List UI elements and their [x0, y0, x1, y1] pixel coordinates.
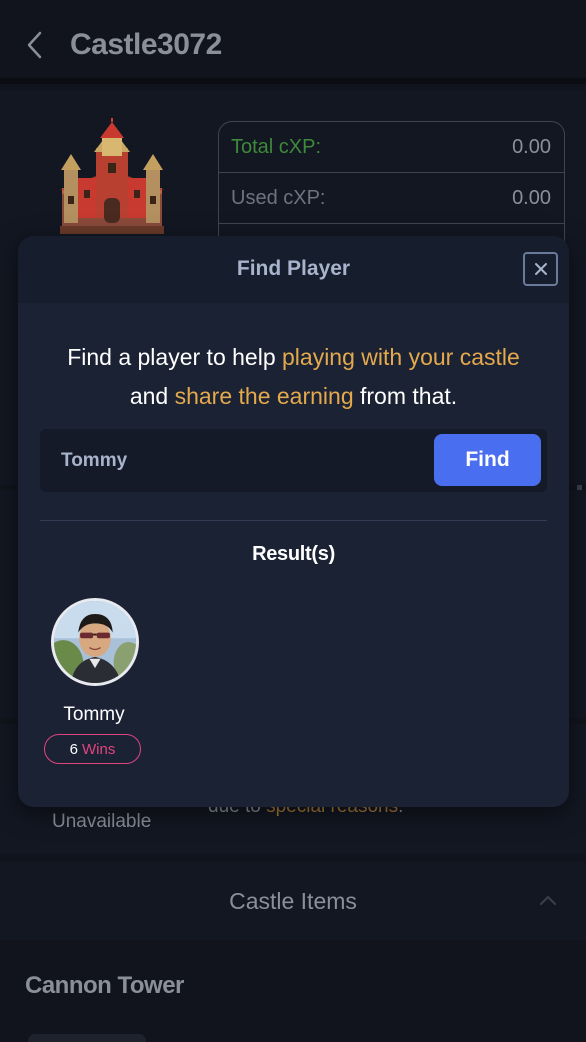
- stat-row-total-cxp: Total cXP: 0.00: [219, 122, 564, 173]
- desc-text: from that.: [353, 383, 458, 409]
- player-search-box: Find: [40, 429, 547, 492]
- chevron-left-icon: [27, 31, 42, 59]
- desc-text: Find a player to help: [67, 344, 282, 370]
- desc-highlight: share the earning: [174, 383, 354, 409]
- modal-description: Find a player to help playing with your …: [18, 338, 569, 416]
- modal-title: Find Player: [236, 257, 351, 280]
- chevron-up-icon[interactable]: [538, 892, 558, 908]
- divider: [40, 520, 547, 521]
- item-placeholder: [28, 1034, 146, 1042]
- stat-value: 0.00: [512, 135, 551, 158]
- close-icon: [534, 263, 547, 275]
- page-title: Castle3072: [70, 28, 222, 61]
- avatar[interactable]: [51, 598, 139, 686]
- stat-row-used-cxp: Used cXP: 0.00: [219, 173, 564, 224]
- stat-label: Used cXP:: [231, 186, 326, 209]
- castle-items-title: Castle Items: [229, 888, 357, 914]
- back-button[interactable]: [22, 28, 48, 62]
- stat-label: Total cXP:: [231, 135, 322, 158]
- stat-value: 0.00: [512, 186, 551, 209]
- player-name: Tommy: [63, 704, 125, 725]
- player-search-input[interactable]: [40, 429, 430, 492]
- desc-text: and: [129, 383, 175, 409]
- status-label: Unavailable: [52, 811, 152, 832]
- wins-count: 6: [69, 740, 78, 758]
- player-result-card[interactable]: Tommy 6 Wins: [44, 598, 144, 768]
- find-button[interactable]: Find: [434, 434, 541, 486]
- close-button[interactable]: [523, 252, 558, 286]
- results-title: Result(s): [252, 543, 335, 565]
- find-player-modal: Find Player Find a player to help playin…: [18, 236, 569, 807]
- wins-label: Wins: [82, 740, 116, 758]
- desc-highlight: playing with your castle: [282, 344, 520, 370]
- castle-image: [56, 116, 168, 238]
- wins-badge: 6 Wins: [44, 734, 141, 764]
- top-bar: Castle3072: [0, 0, 586, 84]
- item-title-cannon-tower: Cannon Tower: [25, 972, 184, 999]
